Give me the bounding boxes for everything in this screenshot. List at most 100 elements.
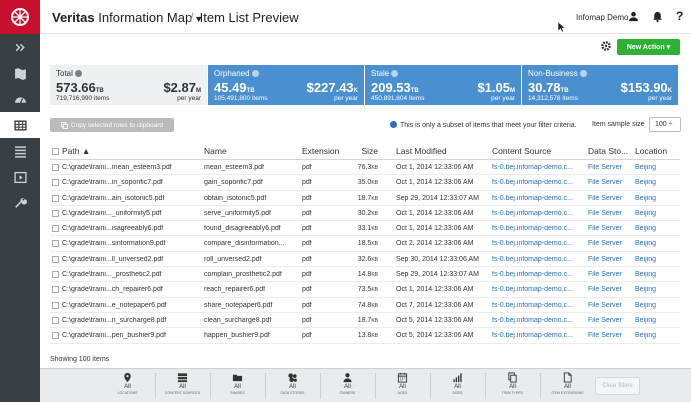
nav-tools-button[interactable]	[0, 190, 40, 216]
nav-list-button[interactable]	[0, 138, 40, 164]
column-data-store[interactable]: Data Sto...	[588, 146, 632, 156]
cell-location-link[interactable]: Beijing	[635, 317, 680, 324]
row-checkbox[interactable]	[52, 271, 59, 279]
gear-icon[interactable]	[600, 40, 612, 52]
cell-content-source-link[interactable]: fs-0.bej.infomap-demo.c...	[492, 240, 585, 247]
cell-location-link[interactable]: Beijing	[635, 256, 680, 263]
table-row[interactable]: C:\grade\traini...n_surcharge8.pdf clean_…	[50, 313, 680, 329]
table-row[interactable]: C:\grade\traini...sinformation9.pdf compa…	[50, 236, 680, 252]
table-row[interactable]: C:\grade\traini...pen_bushier9.pdf happen…	[50, 328, 680, 344]
row-checkbox[interactable]	[52, 332, 59, 340]
cell-content-source-link[interactable]: fs-0.bej.infomap-demo.c...	[492, 164, 585, 171]
expand-sidebar-button[interactable]	[0, 34, 40, 60]
table-row[interactable]: C:\grade\traini...e_notepaper6.pdf share_…	[50, 298, 680, 313]
filter-data-stores[interactable]: All Data Stores	[265, 371, 320, 402]
cell-content-source-link[interactable]: fs-0.bej.infomap-demo.c...	[492, 210, 585, 217]
total-card[interactable]: Total 573.66TB 719,716,990 items $2.87M …	[50, 65, 207, 105]
table-row[interactable]: C:\grade\traini...ch_repairer6.pdf reach_…	[50, 282, 680, 298]
cell-location-link[interactable]: Beijing	[635, 225, 680, 232]
cell-location-link[interactable]: Beijing	[635, 302, 680, 309]
cell-location-link[interactable]: Beijing	[635, 240, 680, 247]
row-checkbox[interactable]	[52, 240, 59, 248]
cell-content-source-link[interactable]: fs-0.bej.infomap-demo.c...	[492, 317, 585, 324]
veritas-logo[interactable]	[0, 0, 40, 34]
cell-content-source-link[interactable]: fs-0.bej.infomap-demo.c...	[492, 286, 585, 293]
cell-data-store-link[interactable]: File Server	[588, 179, 632, 186]
row-checkbox[interactable]	[52, 301, 59, 309]
table-row[interactable]: C:\grade\traini...in_soporific7.pdf gain_…	[50, 175, 680, 191]
cell-content-source-link[interactable]: fs-0.bej.infomap-demo.c...	[492, 179, 585, 186]
row-checkbox[interactable]	[52, 225, 59, 233]
new-action-button[interactable]: New Action ▾	[617, 39, 680, 55]
user-icon[interactable]	[628, 11, 639, 22]
filter-shares[interactable]: All Shares	[210, 371, 265, 402]
row-checkbox[interactable]	[52, 255, 59, 263]
cell-location-link[interactable]: Beijing	[635, 210, 680, 217]
column-last-modified[interactable]: Last Modified	[396, 146, 491, 156]
user-name[interactable]: Infomap Demo	[576, 13, 628, 22]
filter-item-extensions[interactable]: All Item Extensions	[540, 371, 595, 402]
column-content-source[interactable]: Content Source	[492, 146, 585, 156]
table-row[interactable]: C:\grade\traini...ll_unversed2.pdf roll_u…	[50, 252, 680, 268]
table-row[interactable]: C:\grade\traini...ain_isotonic5.pdf obtai…	[50, 191, 680, 206]
table-row[interactable]: C:\grade\traini...isagreeably6.pdf found_…	[50, 221, 680, 237]
nav-map-button[interactable]	[0, 60, 40, 86]
column-path[interactable]: Path ▲	[62, 146, 202, 156]
copy-rows-button[interactable]: Copy selected rows to clipboard	[50, 118, 174, 132]
row-checkbox[interactable]	[52, 164, 59, 171]
cell-data-store-link[interactable]: File Server	[588, 240, 632, 247]
cell-location-link[interactable]: Beijing	[635, 195, 680, 202]
table-row[interactable]: C:\grade\traini..._uniformity5.pdf serve_…	[50, 206, 680, 222]
cell-content-source-link[interactable]: fs-0.bej.infomap-demo.c...	[492, 271, 585, 278]
bell-icon[interactable]	[652, 11, 663, 22]
filter-locations[interactable]: All Locations	[100, 371, 155, 402]
cell-content-source-link[interactable]: fs-0.bej.infomap-demo.c...	[492, 256, 585, 263]
cell-data-store-link[interactable]: File Server	[588, 210, 632, 217]
filter-item-types[interactable]: All Item Types	[485, 371, 540, 402]
select-all-checkbox[interactable]	[52, 148, 59, 155]
row-checkbox[interactable]	[52, 179, 59, 187]
cell-location-link[interactable]: Beijing	[635, 271, 680, 278]
column-name[interactable]: Name	[204, 146, 299, 156]
cell-data-store-link[interactable]: File Server	[588, 256, 632, 263]
row-checkbox[interactable]	[52, 316, 59, 324]
orphaned-card[interactable]: Orphaned 45.49TB 105,491,800 items $227.…	[207, 65, 364, 105]
cell-data-store-link[interactable]: File Server	[588, 332, 632, 339]
sample-size-stepper[interactable]: 100 ÷	[649, 117, 681, 132]
stale-card[interactable]: Stale 209.53TB 450,891,804 items $1.05M …	[364, 65, 521, 105]
cell-data-store-link[interactable]: File Server	[588, 225, 632, 232]
cell-location-link[interactable]: Beijing	[635, 164, 680, 171]
nav-item-list-button[interactable]	[0, 112, 40, 138]
table-row[interactable]: C:\grade\traini...mean_esteem3.pdf mean_e…	[50, 160, 680, 176]
cell-data-store-link[interactable]: File Server	[588, 195, 632, 202]
filter-owners[interactable]: All Owners	[320, 371, 375, 402]
row-checkbox[interactable]	[52, 209, 59, 217]
cell-content-source-link[interactable]: fs-0.bej.infomap-demo.c...	[492, 195, 585, 202]
cell-content-source-link[interactable]: fs-0.bej.infomap-demo.c...	[492, 225, 585, 232]
cell-data-store-link[interactable]: File Server	[588, 286, 632, 293]
nav-dashboard-button[interactable]	[0, 86, 40, 112]
row-checkbox[interactable]	[52, 286, 59, 294]
cell-content-source-link[interactable]: fs-0.bej.infomap-demo.c...	[492, 332, 585, 339]
cell-data-store-link[interactable]: File Server	[588, 317, 632, 324]
filter-ages[interactable]: All Ages	[375, 371, 430, 402]
nav-media-button[interactable]	[0, 164, 40, 190]
column-size[interactable]: Size	[350, 146, 378, 156]
filter-content-sources[interactable]: All Content Sources	[155, 371, 210, 402]
row-checkbox[interactable]	[52, 194, 59, 202]
cell-location-link[interactable]: Beijing	[635, 286, 680, 293]
non-business-card[interactable]: Non-Business 30.78TB 14,312,578 items $1…	[521, 65, 678, 105]
column-location[interactable]: Location	[635, 146, 680, 156]
cell-data-store-link[interactable]: File Server	[588, 164, 632, 171]
cell-content-source-link[interactable]: fs-0.bej.infomap-demo.c...	[492, 302, 585, 309]
product-switcher[interactable]: Veritas Information Map ▼	[52, 10, 203, 25]
filter-sizes[interactable]: All Sizes	[430, 371, 485, 402]
cell-location-link[interactable]: Beijing	[635, 179, 680, 186]
cell-data-store-link[interactable]: File Server	[588, 271, 632, 278]
column-extension[interactable]: Extension	[302, 146, 352, 156]
clear-filters-button[interactable]: Clear filters	[595, 377, 640, 395]
help-icon[interactable]: ?	[676, 9, 683, 23]
table-row[interactable]: C:\grade\traini..._prosthetic2.pdf compla…	[50, 267, 680, 283]
cell-location-link[interactable]: Beijing	[635, 332, 680, 339]
cell-data-store-link[interactable]: File Server	[588, 302, 632, 309]
